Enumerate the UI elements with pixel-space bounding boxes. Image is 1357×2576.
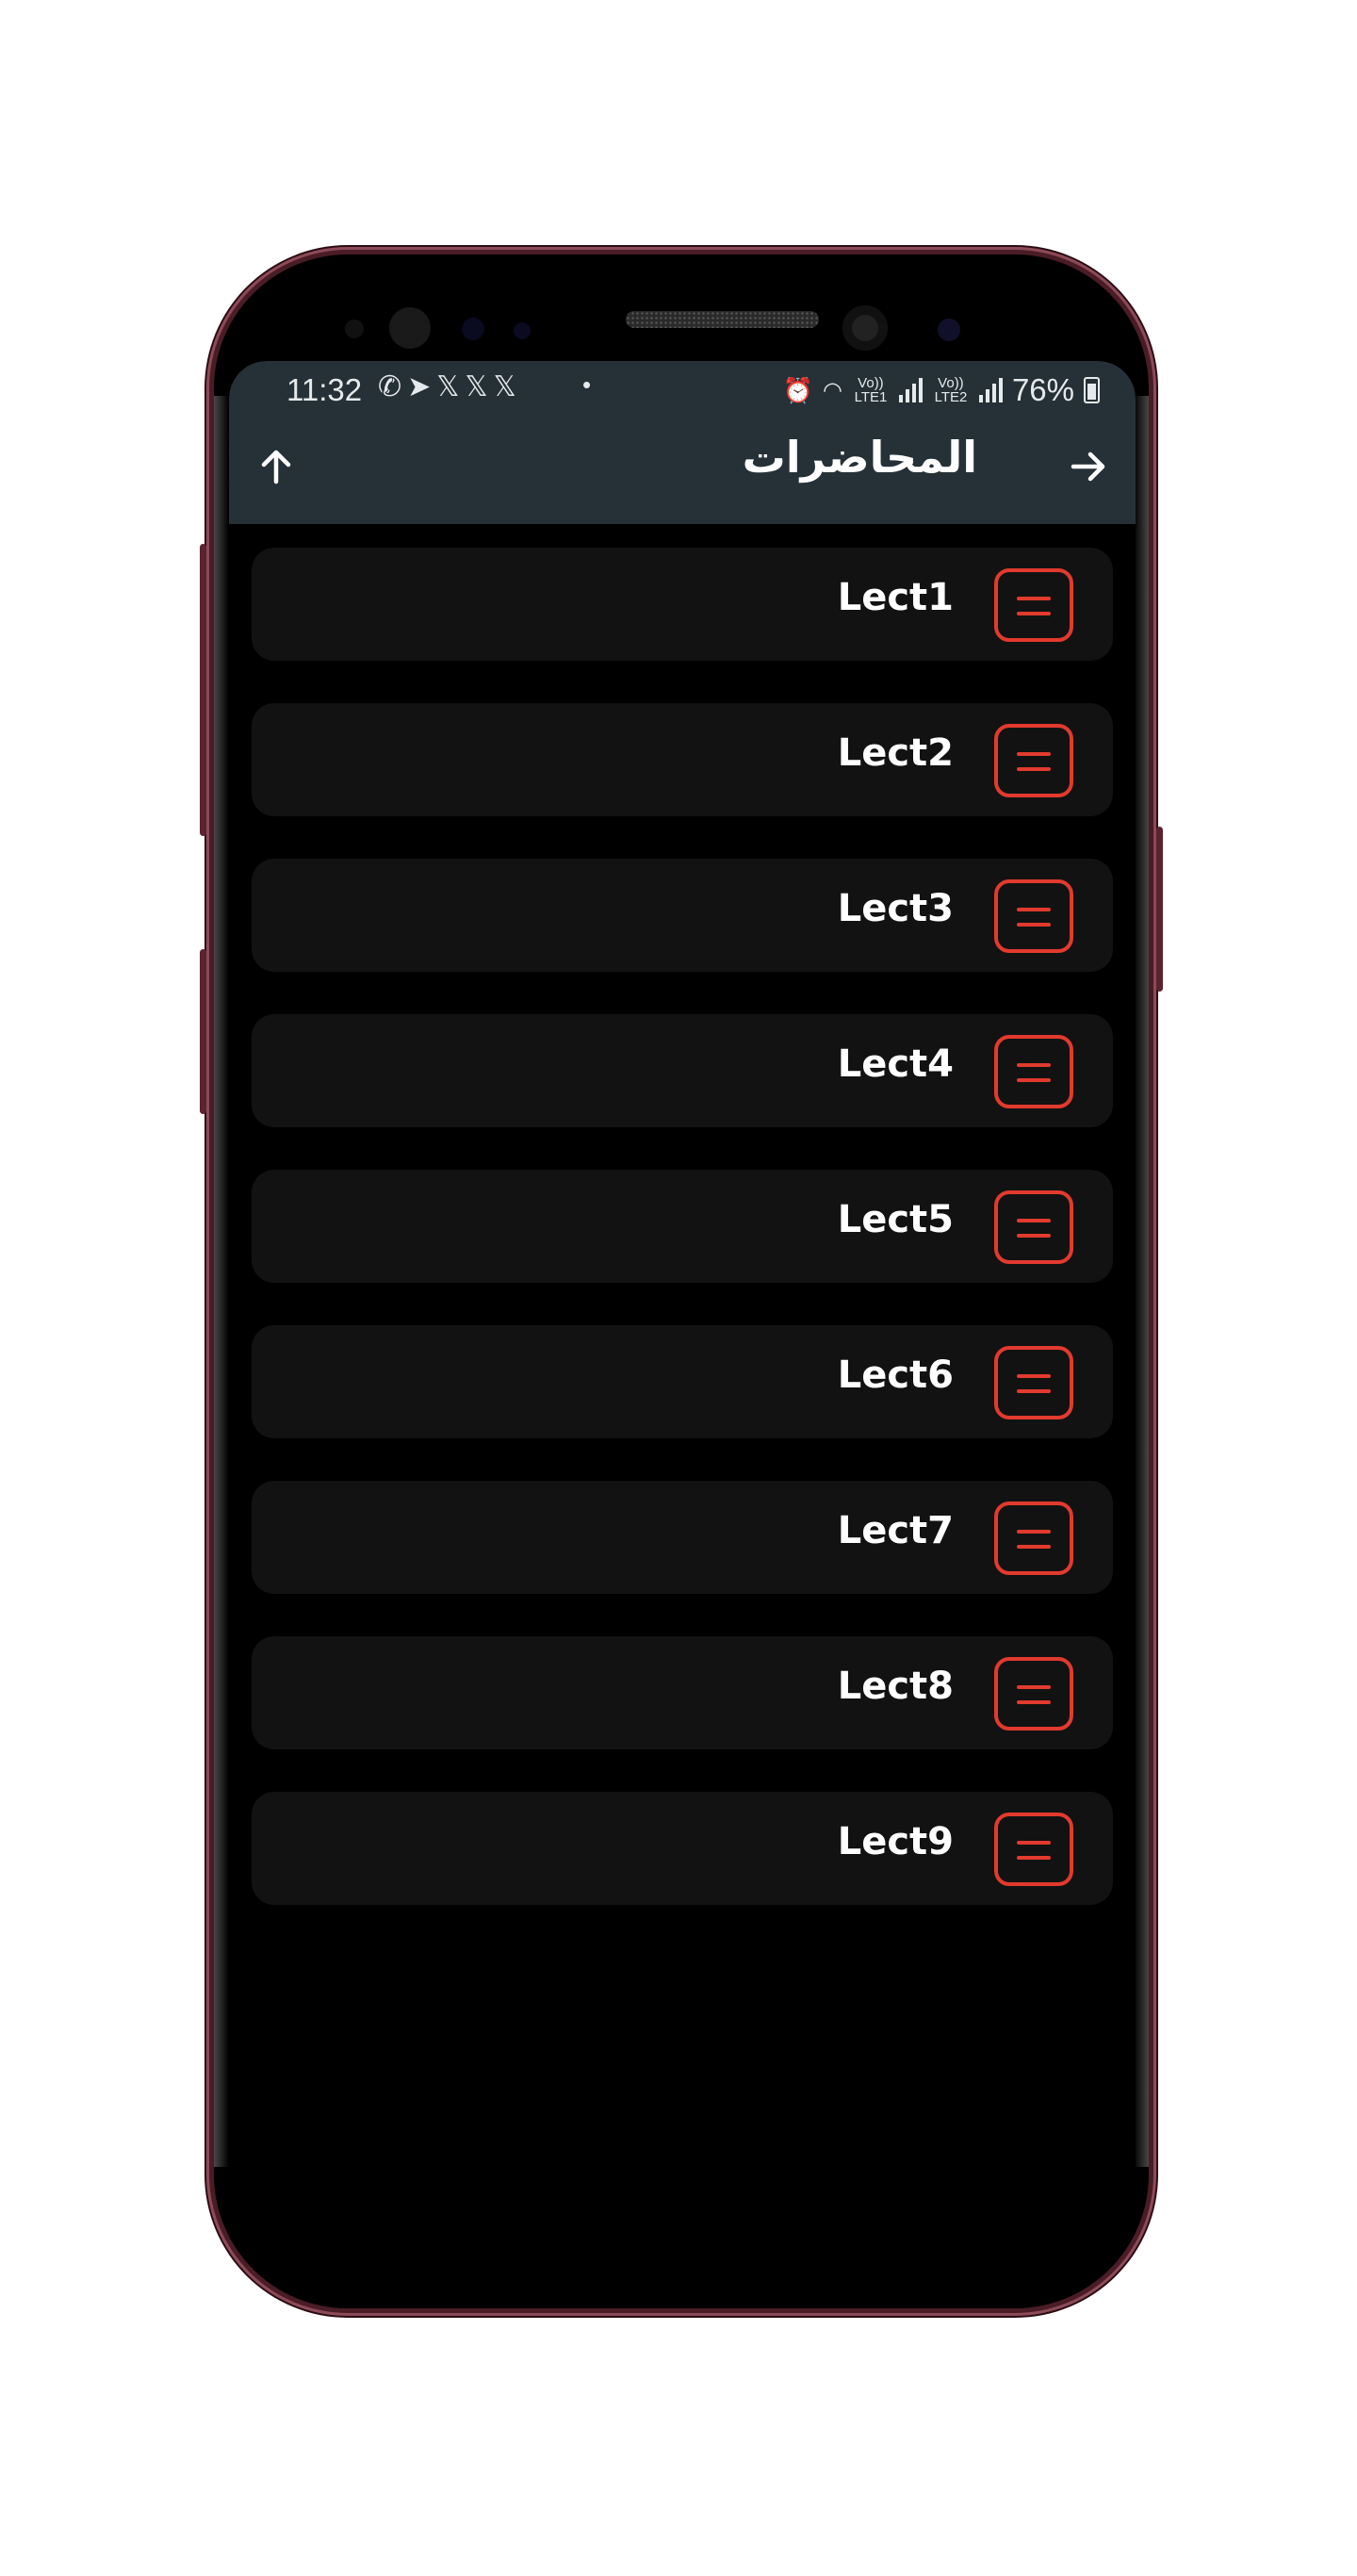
front-camera (842, 305, 888, 351)
list-item-label: Lect3 (837, 887, 954, 930)
earpiece-speaker (626, 311, 819, 328)
status-time: 11:32 (286, 372, 363, 407)
page-title: المحاضرات (742, 432, 977, 483)
arrow-up-icon[interactable] (248, 438, 304, 495)
list-item[interactable]: Lect6 (252, 1325, 1113, 1438)
proximity-sensor (345, 320, 364, 338)
light-sensor-2 (514, 322, 531, 339)
status-right: ⏰ ◠ Vo)) LTE1 Vo)) LTE2 76% (783, 372, 1100, 408)
list-item-label: Lect5 (837, 1198, 954, 1241)
alarm-icon: ⏰ (782, 375, 813, 404)
sim2-label: Vo)) LTE2 (934, 375, 968, 405)
sim1-label: Vo)) LTE1 (854, 375, 888, 405)
volume-button (200, 544, 206, 836)
telegram-icon: ➤ (407, 371, 437, 402)
x-icon: 𝕏 (465, 371, 494, 402)
app-screen: 11:32 ✆➤𝕏𝕏𝕏 • ⏰ ◠ Vo)) LTE1 Vo)) LTE2 76… (229, 361, 1136, 2308)
list-item[interactable]: Lect2 (252, 703, 1113, 816)
phone-frame: 11:32 ✆➤𝕏𝕏𝕏 • ⏰ ◠ Vo)) LTE1 Vo)) LTE2 76… (200, 247, 1163, 2316)
list-item-label: Lect7 (837, 1509, 954, 1552)
bixby-button (200, 949, 206, 1114)
light-sensor (462, 318, 484, 340)
status-bar: 11:32 ✆➤𝕏𝕏𝕏 • ⏰ ◠ Vo)) LTE1 Vo)) LTE2 76… (229, 361, 1136, 418)
battery-percent: 76% (1011, 372, 1074, 407)
more-notifications-dot: • (582, 370, 592, 399)
notification-icons: ✆➤𝕏𝕏𝕏 (378, 370, 522, 403)
phone-bezel: 11:32 ✆➤𝕏𝕏𝕏 • ⏰ ◠ Vo)) LTE1 Vo)) LTE2 76… (214, 254, 1149, 2308)
list-item[interactable]: Lect7 (252, 1481, 1113, 1594)
list-item-label: Lect2 (837, 731, 954, 775)
curved-edge-right (1134, 396, 1149, 2167)
menu-icon (994, 1813, 1073, 1886)
menu-icon (994, 879, 1073, 953)
power-button (1156, 827, 1163, 992)
list-item[interactable]: Lect3 (252, 859, 1113, 972)
menu-icon (994, 568, 1073, 642)
list-item-label: Lect8 (837, 1665, 954, 1708)
signal-icon (978, 378, 1003, 402)
list-item[interactable]: Lect1 (252, 548, 1113, 661)
menu-icon (994, 1657, 1073, 1731)
signal-icon (898, 378, 923, 402)
list-item[interactable]: Lect4 (252, 1014, 1113, 1127)
x-icon: 𝕏 (436, 371, 466, 402)
lecture-list: Lect1 Lect2 Lect3 Lect4 Lect5 Lect6 Lect… (252, 548, 1113, 1947)
arrow-right-icon[interactable] (1060, 438, 1117, 495)
whatsapp-icon: ✆ (378, 371, 408, 402)
iris-camera (938, 319, 960, 341)
menu-icon (994, 1501, 1073, 1575)
battery-icon (1084, 377, 1100, 403)
list-item[interactable]: Lect8 (252, 1636, 1113, 1749)
list-item[interactable]: Lect5 (252, 1170, 1113, 1283)
menu-icon (994, 1035, 1073, 1108)
top-bar: 11:32 ✆➤𝕏𝕏𝕏 • ⏰ ◠ Vo)) LTE1 Vo)) LTE2 76… (229, 361, 1136, 524)
curved-edge-left (214, 396, 229, 2167)
list-item-label: Lect6 (837, 1354, 954, 1397)
menu-icon (994, 1346, 1073, 1419)
iris-sensor (389, 307, 431, 349)
x-icon: 𝕏 (493, 371, 522, 402)
list-item-label: Lect9 (837, 1820, 954, 1863)
menu-icon (994, 1190, 1073, 1264)
menu-icon (994, 724, 1073, 797)
list-item[interactable]: Lect9 (252, 1792, 1113, 1905)
list-item-label: Lect1 (837, 576, 954, 619)
wifi-icon: ◠ (822, 377, 842, 403)
list-item-label: Lect4 (837, 1042, 954, 1086)
